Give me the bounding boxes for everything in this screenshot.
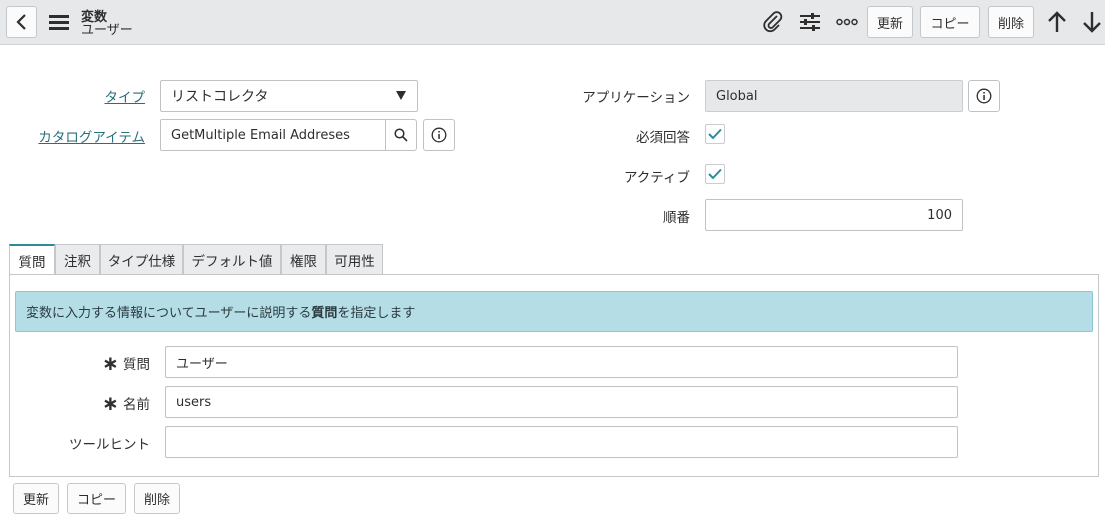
- paperclip-icon[interactable]: [761, 10, 785, 34]
- checkmark-icon: [708, 128, 722, 140]
- delete-button[interactable]: 削除: [988, 6, 1034, 38]
- name-input[interactable]: users: [165, 386, 958, 418]
- order-label: 順番: [663, 210, 690, 226]
- info-icon: [976, 88, 992, 104]
- sliders-icon[interactable]: [798, 10, 822, 34]
- tab-permissions[interactable]: 権限: [281, 244, 326, 275]
- question-input[interactable]: ユーザー: [165, 346, 958, 378]
- more-options-icon[interactable]: [835, 12, 859, 32]
- copy-button[interactable]: コピー: [920, 6, 980, 38]
- tab-availability[interactable]: 可用性: [326, 244, 383, 275]
- application-label: アプリケーション: [582, 90, 690, 106]
- checkmark-icon: [708, 168, 722, 180]
- catalog-item-label[interactable]: カタログアイテム: [30, 126, 145, 146]
- info-message: 変数に入力する情報についてユーザーに説明する 質問 を指定します: [15, 291, 1093, 332]
- question-label: 質問: [123, 357, 150, 373]
- search-icon: [394, 128, 408, 142]
- footer-update-button[interactable]: 更新: [13, 483, 59, 514]
- type-label[interactable]: タイプ: [40, 86, 146, 106]
- type-select-value: リストコレクタ: [171, 89, 269, 105]
- info-message-suffix: を指定します: [337, 306, 416, 321]
- application-info-button[interactable]: [968, 80, 1000, 112]
- tooltip-label: ツールヒント: [69, 437, 150, 453]
- tab-question[interactable]: 質問: [9, 244, 55, 276]
- footer-delete-button[interactable]: 削除: [134, 483, 180, 514]
- application-field: Global: [705, 80, 963, 112]
- required-asterisk-icon: ∗: [102, 391, 119, 415]
- info-message-prefix: 変数に入力する情報についてユーザーに説明する: [26, 306, 312, 321]
- name-label: 名前: [123, 397, 150, 413]
- arrow-up-icon[interactable]: [1045, 10, 1069, 34]
- info-icon: [431, 127, 447, 143]
- order-input[interactable]: 100: [705, 199, 963, 231]
- tab-annotation[interactable]: 注釈: [55, 244, 100, 275]
- info-message-bold: 質問: [311, 306, 338, 321]
- catalog-item-search-button[interactable]: [385, 119, 417, 151]
- back-arrow-icon: [15, 14, 26, 30]
- page-subtitle: ユーザー: [81, 23, 133, 38]
- footer-copy-button[interactable]: コピー: [67, 483, 126, 514]
- arrow-down-icon[interactable]: [1080, 10, 1104, 34]
- tooltip-input[interactable]: [165, 426, 958, 458]
- update-button[interactable]: 更新: [867, 6, 913, 38]
- required-asterisk-icon: ∗: [102, 351, 119, 375]
- hamburger-menu-icon[interactable]: [48, 12, 70, 32]
- dropdown-caret-icon: [395, 89, 407, 101]
- tab-type-specifications[interactable]: タイプ仕様: [100, 244, 183, 275]
- active-checkbox[interactable]: [705, 164, 725, 184]
- catalog-item-info-button[interactable]: [423, 119, 455, 151]
- form-header: 変数 ユーザー 更新 コピー 削除: [0, 0, 1105, 45]
- mandatory-checkbox[interactable]: [705, 124, 725, 144]
- back-button[interactable]: [6, 6, 37, 38]
- active-label: アクティブ: [623, 170, 690, 186]
- type-select[interactable]: リストコレクタ: [160, 80, 418, 112]
- mandatory-label: 必須回答: [636, 130, 690, 146]
- tab-default-value[interactable]: デフォルト値: [183, 244, 281, 275]
- catalog-item-input[interactable]: GetMultiple Email Addreses: [160, 119, 387, 151]
